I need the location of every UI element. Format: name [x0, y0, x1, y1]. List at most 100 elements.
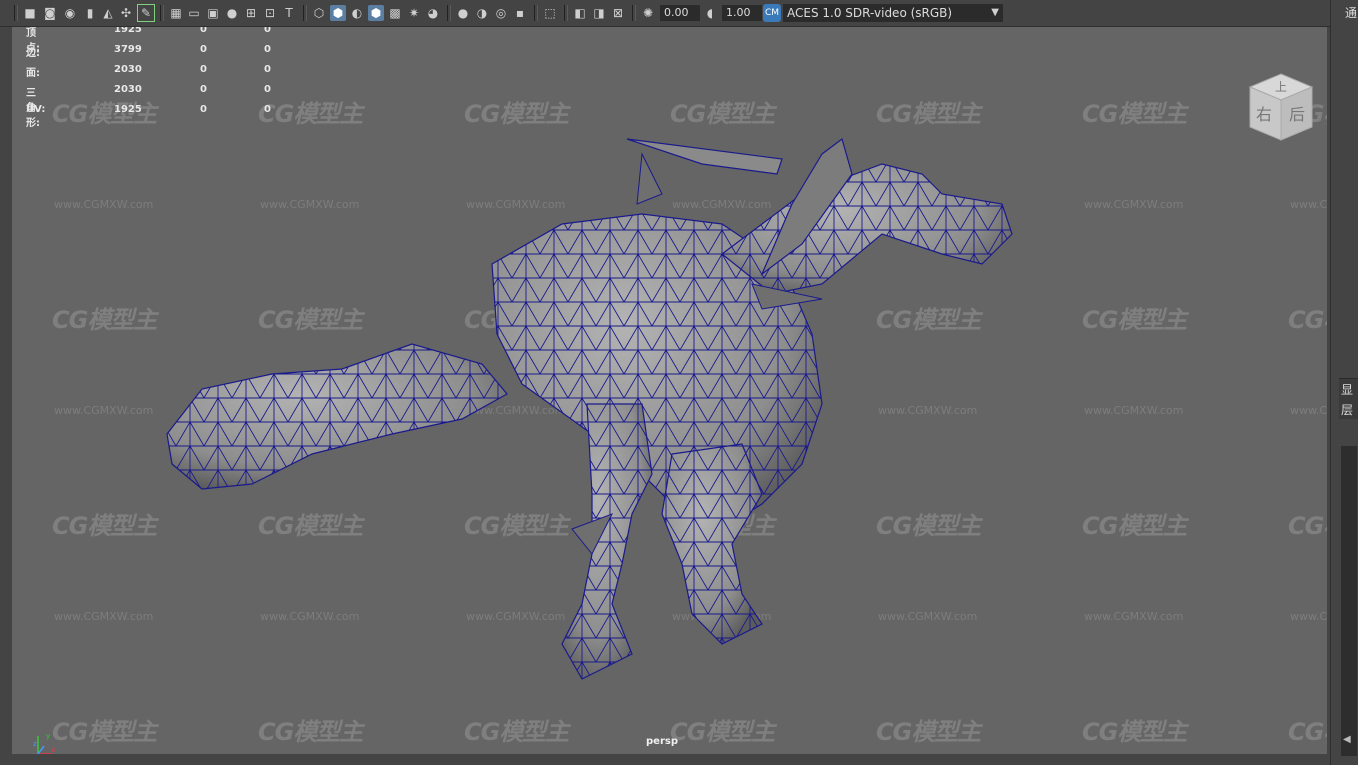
grid-icon[interactable]: ▦ — [168, 5, 184, 21]
color-management-icon[interactable]: CM — [763, 4, 781, 22]
hud-value: 0 — [200, 104, 207, 115]
channel-box-tab[interactable]: 通 — [1345, 4, 1357, 21]
watermark-url: www.CGMXW.com — [1290, 610, 1327, 623]
watermark-logo: CG模型主 — [670, 100, 775, 128]
antialiasing-icon[interactable]: ◎ — [493, 5, 509, 21]
watermark-logo: CG模型主 — [1082, 718, 1187, 746]
hud-label: 边: — [26, 48, 40, 59]
watermark-logo: CG模型主 — [876, 100, 981, 128]
motion-blur-icon[interactable]: ◑ — [474, 5, 490, 21]
viewcube-front-label: 右 — [1256, 105, 1272, 124]
watermark-logo: CG模型主 — [464, 100, 569, 128]
hud-value: 1925 — [114, 104, 142, 115]
xray-icon[interactable]: ◧ — [572, 5, 588, 21]
hud-value: 0 — [264, 64, 271, 75]
watermark-url: www.CGMXW.com — [54, 404, 154, 417]
gamma-field[interactable]: 1.00 — [722, 5, 762, 21]
grease-pencil-icon[interactable]: ✎ — [137, 4, 155, 22]
view-transform-dropdown[interactable]: ACES 1.0 SDR-video (sRGB) ▼ — [783, 4, 1003, 22]
hud-value: 0 — [264, 104, 271, 115]
gate-mask-icon[interactable]: ● — [224, 5, 240, 21]
watermark-url: www.CGMXW.com — [1084, 610, 1184, 623]
xray-active-icon[interactable]: ⊠ — [610, 5, 626, 21]
watermark-logo: CG模型主 — [876, 718, 981, 746]
viewcube-top-label: 上 — [1275, 80, 1287, 94]
watermark-logo: CG模型主 — [464, 718, 569, 746]
xray-joints-icon[interactable]: ◨ — [591, 5, 607, 21]
svg-text:x: x — [51, 746, 55, 754]
watermark-logo: CG模型主 — [258, 718, 363, 746]
axis-gizmo-icon: z y x — [33, 732, 55, 754]
viewcube-side-label: 后 — [1289, 105, 1305, 124]
watermark-url: www.CGMXW.com — [1084, 198, 1184, 211]
camera-icon[interactable]: ■ — [22, 5, 38, 21]
ambient-occlusion-icon[interactable]: ● — [455, 5, 471, 21]
toolbar-separator — [14, 5, 18, 21]
gamma-icon[interactable]: ◖ — [702, 5, 718, 21]
resolution-gate-icon[interactable]: ▣ — [205, 5, 221, 21]
film-gate-icon[interactable]: ▭ — [186, 5, 202, 21]
hud-value: 3799 — [114, 44, 142, 55]
watermark-logo: CG模型主 — [52, 512, 157, 540]
image-plane-icon[interactable]: ◭ — [100, 5, 116, 21]
hud-value: 0 — [200, 44, 207, 55]
hud-value: 0 — [264, 84, 271, 95]
exposure-field[interactable]: 0.00 — [660, 5, 700, 21]
wireframe-on-shaded-icon[interactable]: ⬢ — [368, 5, 384, 21]
3d-viewport[interactable]: CG模型主 www.CGMXW.com CG模型主 www.CGMXW.com CG模型… — [12, 24, 1327, 754]
field-chart-icon[interactable]: ⊞ — [243, 5, 259, 21]
safe-title-icon[interactable]: T — [281, 5, 297, 21]
scroll-left-icon[interactable]: ◀ — [1343, 734, 1351, 745]
toolbar-separator — [303, 5, 307, 21]
toolbar-separator — [447, 5, 451, 21]
hud-value: 0 — [200, 64, 207, 75]
lighting-icon[interactable]: ✷ — [406, 5, 422, 21]
safe-action-icon[interactable]: ⊡ — [262, 5, 278, 21]
wireframe-icon[interactable]: ⬡ — [311, 5, 327, 21]
view-cube[interactable]: 上 右 后 — [1246, 70, 1316, 144]
exposure-icon[interactable]: ✺ — [640, 5, 656, 21]
2d-pan-zoom-icon[interactable]: ✣ — [118, 5, 134, 21]
default-material-icon[interactable]: ◐ — [349, 5, 365, 21]
toolbar-separator — [632, 5, 636, 21]
toolbar-separator — [534, 5, 538, 21]
hud-value: 0 — [264, 44, 271, 55]
depth-of-field-icon[interactable]: ▪ — [512, 5, 528, 21]
camera-attributes-icon[interactable]: ◙ — [42, 5, 58, 21]
viewport-toolbar: ■ ◙ ◉ ▮ ◭ ✣ ✎ ▦ ▭ ▣ ● ⊞ ⊡ T ⬡ ⬢ ◐ ⬢ ▩ ✷ … — [0, 0, 1330, 27]
watermark-logo: CG模型主 — [52, 306, 157, 334]
character-mesh[interactable] — [162, 134, 1022, 704]
smooth-shade-icon[interactable]: ⬢ — [330, 5, 346, 21]
watermark-logo: CG模型主 — [1288, 512, 1327, 540]
chevron-down-icon[interactable]: ▼ — [991, 4, 999, 22]
watermark-url: www.CGMXW.com — [54, 198, 154, 211]
watermark-logo: CG模型主 — [1082, 306, 1187, 334]
hud-value: 0 — [200, 84, 207, 95]
camera-tools-icon[interactable]: ◉ — [62, 5, 78, 21]
view-transform-label: ACES 1.0 SDR-video (sRGB) — [787, 6, 953, 20]
right-side-panel: 通 显 层 ◀ — [1330, 0, 1358, 765]
textured-icon[interactable]: ▩ — [387, 5, 403, 21]
layer-list-scrollbar[interactable] — [1341, 446, 1357, 756]
watermark-logo: CG模型主 — [1288, 718, 1327, 746]
watermark-logo: CG模型主 — [1082, 100, 1187, 128]
toolbar-separator — [160, 5, 164, 21]
watermark-logo: CG模型主 — [52, 718, 157, 746]
layer-tab[interactable]: 层 — [1341, 401, 1353, 418]
svg-text:z: z — [33, 740, 37, 748]
isolate-icon[interactable]: ⬚ — [542, 5, 558, 21]
watermark-url: www.CGMXW.com — [54, 610, 154, 623]
bookmark-icon[interactable]: ▮ — [82, 5, 98, 21]
hud-value: 2030 — [114, 84, 142, 95]
mesh-body — [166, 137, 1013, 680]
watermark-logo: CG模型主 — [258, 100, 363, 128]
hud-label: 面: — [26, 68, 40, 79]
shadows-icon[interactable]: ◕ — [425, 5, 441, 21]
watermark-url: www.CGMXW.com — [1290, 198, 1327, 211]
watermark-logo: CG模型主 — [1082, 512, 1187, 540]
svg-text:y: y — [46, 732, 50, 740]
watermark-url: www.CGMXW.com — [1084, 404, 1184, 417]
display-layer-tab[interactable]: 显 — [1341, 381, 1353, 398]
watermark-logo: CG模型主 — [670, 718, 775, 746]
watermark-url: www.CGMXW.com — [1290, 404, 1327, 417]
